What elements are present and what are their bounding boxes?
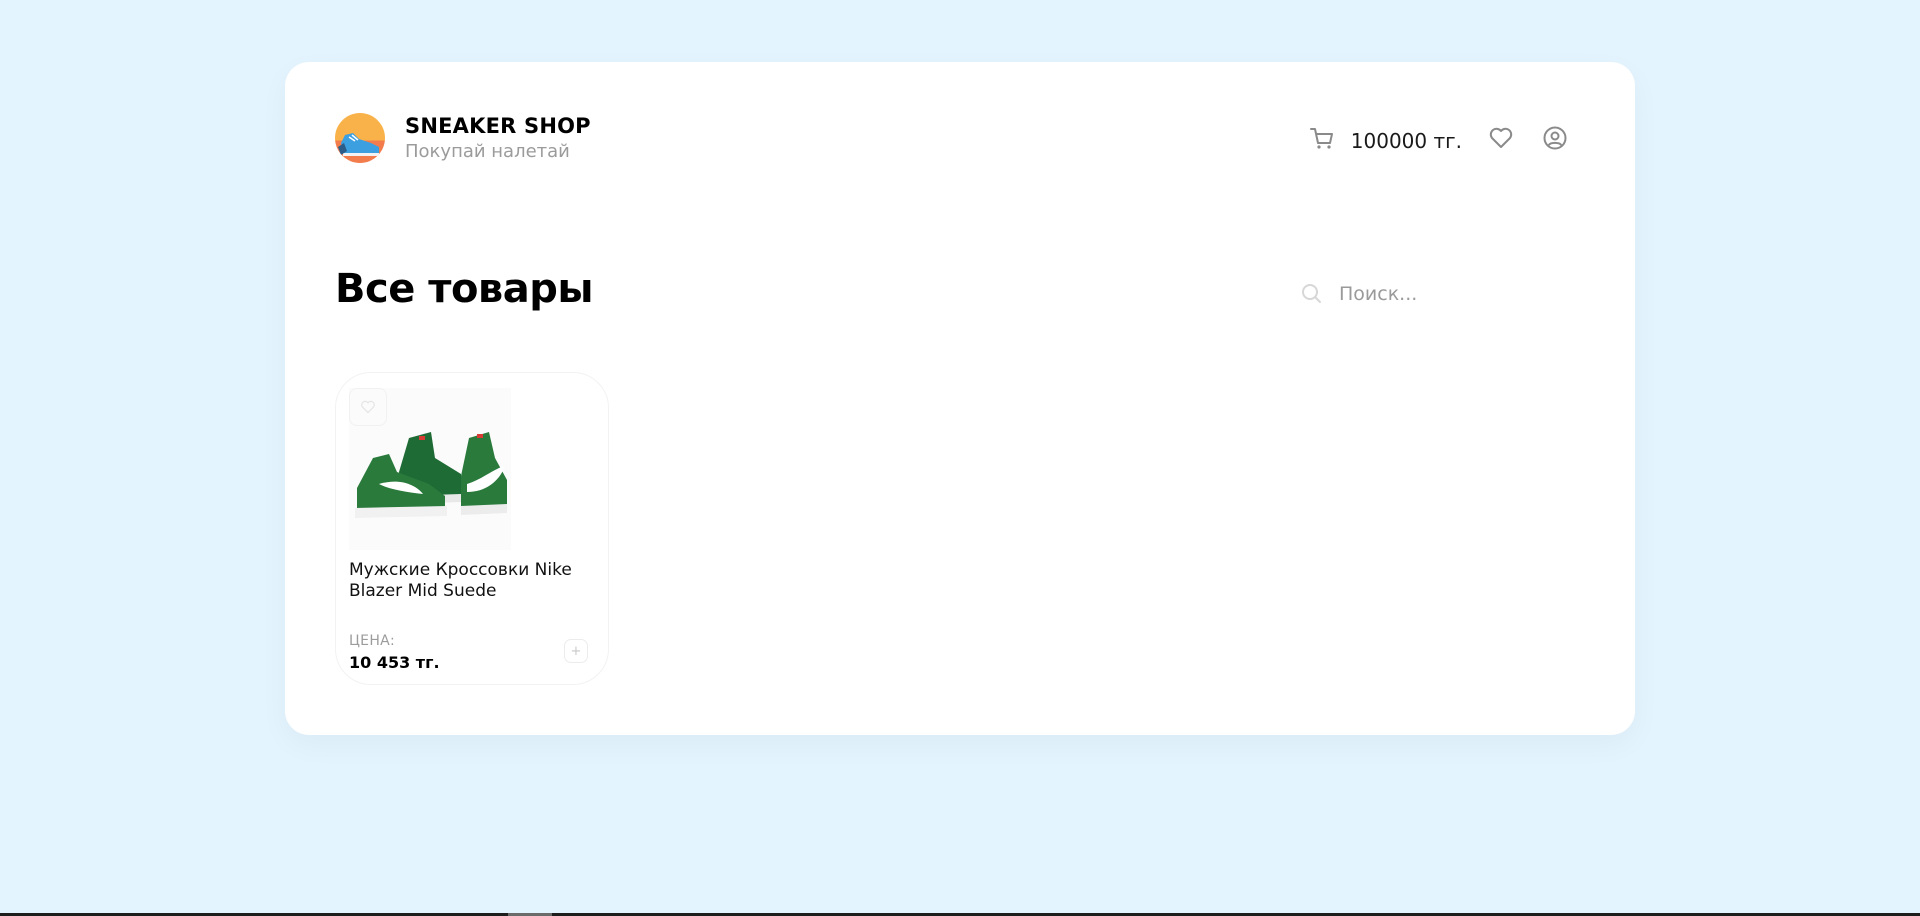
cart-total: 100000 тг. <box>1350 128 1462 153</box>
brand-subtitle: Покупай налетай <box>405 140 570 162</box>
product-name: Мужские Кроссовки Nike Blazer Mid Suede <box>349 560 572 601</box>
page-title: Все товары <box>335 266 594 312</box>
heart-icon[interactable] <box>1488 125 1514 151</box>
add-to-favorites-button[interactable] <box>349 388 387 426</box>
search-icon <box>1302 284 1321 303</box>
cart-icon <box>1309 128 1333 149</box>
user-circle-icon[interactable] <box>1542 125 1568 151</box>
brand-title: SNEAKER SHOP <box>405 113 591 138</box>
main-card: SNEAKER SHOP Покупай налетай 100000 тг. <box>285 62 1635 735</box>
header: SNEAKER SHOP Покупай налетай 100000 тг. <box>335 112 1585 164</box>
cart-button[interactable]: 100000 тг. <box>1309 124 1462 153</box>
header-actions: 100000 тг. <box>1309 124 1568 153</box>
product-card[interactable]: Мужские Кроссовки Nike Blazer Mid Suede … <box>335 372 609 685</box>
price-value: 10 453 тг. <box>349 653 440 672</box>
search-input[interactable] <box>1337 282 1557 306</box>
heart-outline-icon <box>361 400 375 414</box>
search-box[interactable] <box>1293 274 1573 314</box>
price-label: ЦЕНА: <box>349 633 396 649</box>
add-to-cart-button[interactable]: + <box>564 639 588 663</box>
sneaker-logo-icon <box>335 113 385 163</box>
brand[interactable]: SNEAKER SHOP Покупай налетай <box>335 113 591 164</box>
